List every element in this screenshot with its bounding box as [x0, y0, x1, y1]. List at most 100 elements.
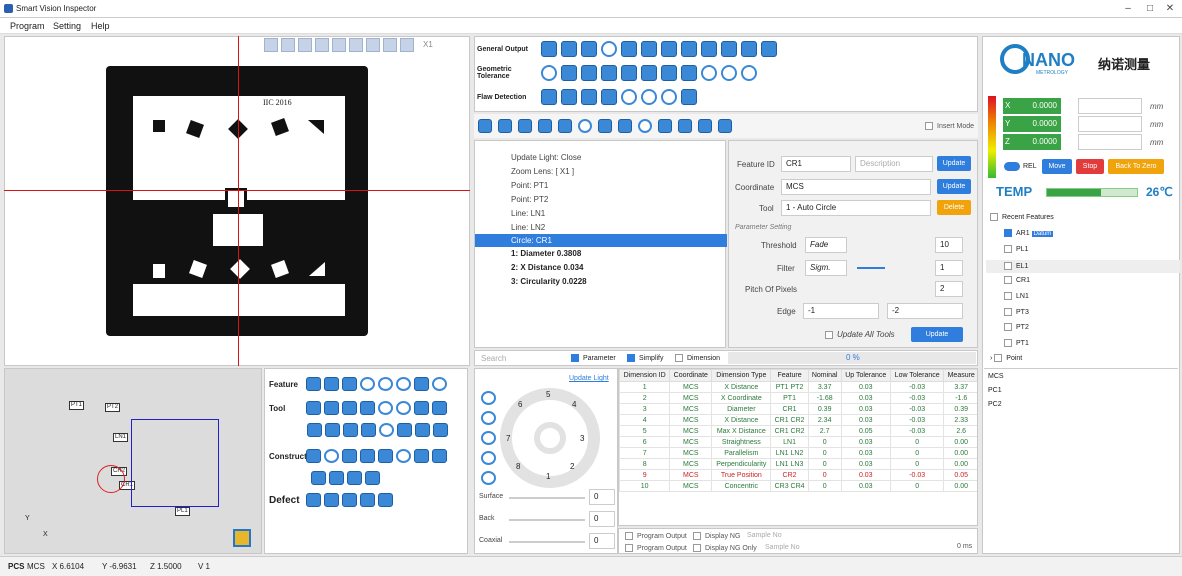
filter-mode-select[interactable]: Sigm.	[805, 260, 847, 276]
probe-icon[interactable]	[432, 401, 447, 415]
dial-segment[interactable]: 5	[546, 390, 550, 399]
x-target-input[interactable]	[1078, 98, 1142, 114]
pattern-icon[interactable]	[361, 423, 376, 437]
threshold-mode-select[interactable]: Fade	[805, 237, 847, 253]
check-icon[interactable]	[379, 423, 394, 437]
feature-pt3[interactable]: PT3	[1004, 308, 1029, 316]
save-as-icon[interactable]	[538, 119, 552, 133]
y-target-input[interactable]	[1078, 116, 1142, 132]
light-mode-4-icon[interactable]	[481, 451, 496, 465]
flaw-star-icon[interactable]	[641, 89, 657, 105]
dial-segment[interactable]: 7	[506, 434, 510, 443]
table-header[interactable]: Up Tolerance	[840, 369, 891, 382]
rect-icon[interactable]	[343, 423, 358, 437]
table-row[interactable]: 2 MCS X Coordinate PT1 -1.68 0.03 -0.03 -1.6	[619, 392, 977, 404]
program-step[interactable]: Line: LN2	[511, 223, 545, 232]
position-icon[interactable]	[681, 65, 697, 81]
mirror-icon[interactable]	[365, 471, 380, 485]
angle-icon[interactable]	[561, 41, 577, 57]
line-icon[interactable]	[324, 377, 339, 391]
filter-value[interactable]: 1	[935, 260, 963, 276]
new-icon[interactable]	[478, 119, 492, 133]
flaw-bar-icon[interactable]	[541, 89, 557, 105]
feature-ar1[interactable]: AR1 Datum	[1004, 229, 1054, 237]
circle-icon[interactable]	[360, 377, 375, 391]
update-params-button[interactable]: Update	[911, 327, 963, 342]
minimize-icon[interactable]: –	[1118, 2, 1138, 16]
save-icon[interactable]	[518, 119, 532, 133]
symmetry-icon[interactable]	[661, 65, 677, 81]
edge-line-icon[interactable]	[342, 401, 357, 415]
construct-circle-icon[interactable]	[324, 449, 339, 463]
dial-segment[interactable]: 4	[572, 400, 576, 409]
menu-setting[interactable]: Setting	[53, 21, 81, 31]
simplify-checkbox[interactable]: Simplify	[627, 354, 664, 362]
coaxial-slider[interactable]	[509, 541, 585, 543]
probe-two-icon[interactable]	[415, 423, 430, 437]
dial-segment[interactable]: 2	[570, 462, 574, 471]
curve-icon[interactable]	[414, 377, 429, 391]
image-icon[interactable]	[383, 38, 397, 52]
stop-button[interactable]: Stop	[1076, 159, 1104, 174]
defect-image-icon[interactable]	[342, 493, 357, 507]
run-icon[interactable]	[618, 119, 632, 133]
delete-button[interactable]: Delete	[937, 200, 971, 215]
dimension-checkbox[interactable]: Dimension	[675, 354, 720, 362]
update-all-checkbox[interactable]: Update All Tools	[825, 330, 895, 339]
program-step[interactable]: Line: LN1	[511, 209, 545, 218]
slope-icon[interactable]	[701, 41, 717, 57]
feature-cr1[interactable]: CR1	[1004, 276, 1030, 284]
cross-icon[interactable]	[741, 41, 757, 57]
zoom-out-icon[interactable]	[281, 38, 295, 52]
construct-point-icon[interactable]	[306, 449, 321, 463]
update-feature-button[interactable]: Update	[937, 156, 971, 171]
focus-icon[interactable]	[324, 401, 339, 415]
crosshair-icon[interactable]	[332, 38, 346, 52]
construct-ring-icon[interactable]	[396, 449, 411, 463]
table-row[interactable]: 8 MCS Perpendicularity LN1 LN3 0 0.03 0 0.00	[619, 458, 977, 470]
rel-toggle[interactable]	[1004, 162, 1020, 171]
dy-icon[interactable]	[661, 41, 677, 57]
probe-alt-icon[interactable]	[397, 423, 412, 437]
edge-b-select[interactable]: -2	[887, 303, 963, 319]
construct-line-icon[interactable]	[342, 449, 357, 463]
table-row[interactable]: 9 MCS True Position CR2 0 0.03 -0.03 0.05	[619, 469, 977, 481]
record-icon[interactable]	[638, 119, 652, 133]
edge-a-select[interactable]: -1	[803, 303, 879, 319]
table-row[interactable]: 10 MCS Concentric CR3 CR4 0 0.03 0 0.00	[619, 480, 977, 492]
dial-segment[interactable]: 1	[546, 472, 550, 481]
edge-point-icon[interactable]	[306, 401, 321, 415]
sample-no-input[interactable]: Sample No	[747, 532, 782, 539]
coord-pc2[interactable]: PC2	[988, 401, 1002, 408]
program-output-checkbox[interactable]: Program Output	[625, 532, 687, 540]
program-output-checkbox-2[interactable]: Program Output	[625, 544, 687, 552]
table-header[interactable]: Nominal	[807, 369, 842, 382]
search-input[interactable]: Search	[481, 354, 506, 363]
report-icon[interactable]	[698, 119, 712, 133]
move-icon[interactable]	[349, 38, 363, 52]
feature-ln1[interactable]: LN1	[1004, 292, 1029, 300]
roundness-icon[interactable]	[541, 65, 557, 81]
open-icon[interactable]	[498, 119, 512, 133]
close-icon[interactable]: ✕	[1160, 2, 1180, 16]
intersect-icon[interactable]	[311, 471, 326, 485]
program-step[interactable]: Point: PT1	[511, 181, 548, 190]
table-header[interactable]: Coordinate	[669, 369, 713, 382]
tool-select[interactable]: 1 - Auto Circle	[781, 200, 931, 216]
flaw-burst-icon[interactable]	[661, 89, 677, 105]
update-light-link[interactable]: Update Light	[569, 375, 609, 382]
arc-profile-icon[interactable]	[741, 65, 757, 81]
feature-pt1[interactable]: PT1	[1004, 339, 1029, 347]
light-dial[interactable]: 5 4 3 2 1 8 7 6	[500, 388, 600, 488]
insert-mode[interactable]: Insert Mode	[925, 122, 974, 130]
stop-icon[interactable]	[678, 119, 692, 133]
feature-el1[interactable]: EL1	[986, 260, 1180, 273]
flaw-xyz-icon[interactable]	[601, 89, 617, 105]
construct-curve-icon[interactable]	[432, 449, 447, 463]
straightness-icon[interactable]	[561, 65, 577, 81]
flaw-scale-icon[interactable]	[681, 89, 697, 105]
step-icon[interactable]	[598, 119, 612, 133]
slot-icon[interactable]	[325, 423, 340, 437]
threshold-value[interactable]: 10	[935, 237, 963, 253]
program-step[interactable]: Point: PT2	[511, 195, 548, 204]
